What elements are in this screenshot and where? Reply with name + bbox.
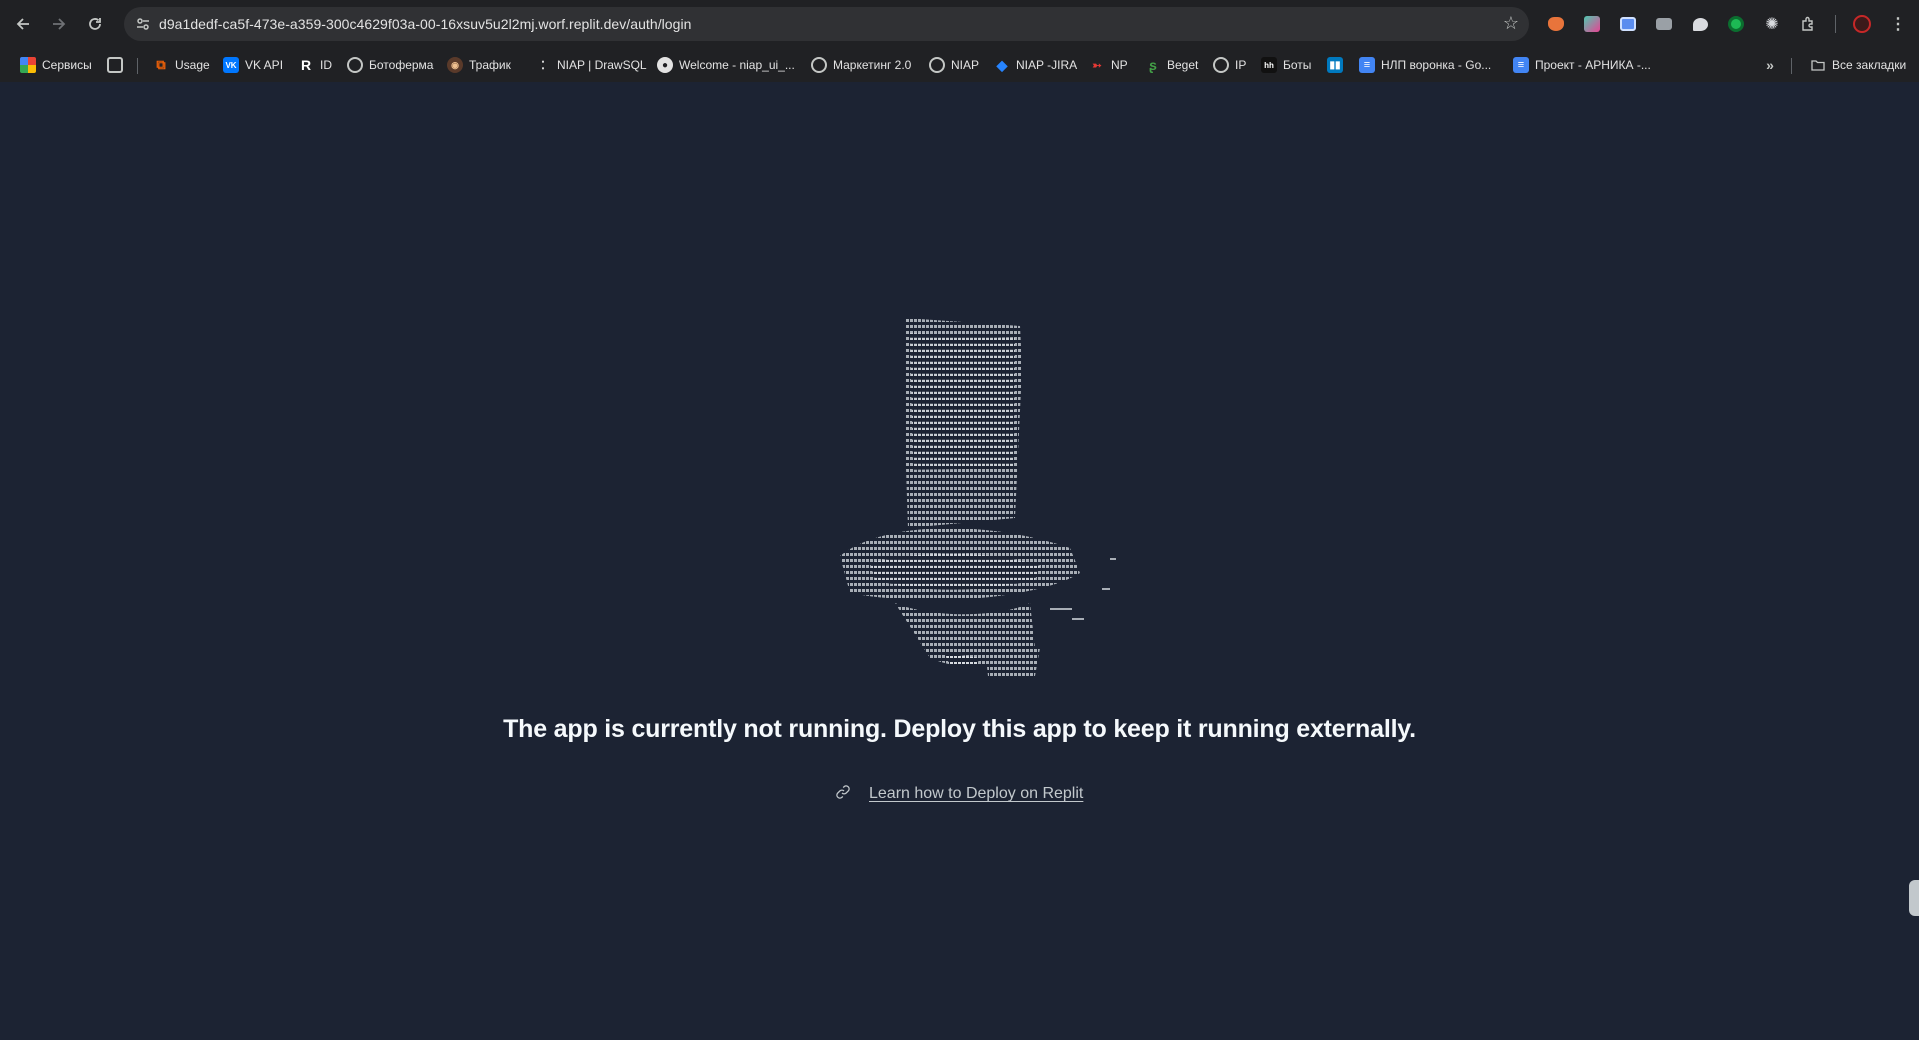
arrow-right-icon — [53, 18, 66, 30]
bookmark-label: Трафик — [469, 58, 511, 72]
bookmark-label: NIAP | DrawSQL — [557, 58, 647, 72]
bookmark-label: NIAP — [951, 58, 980, 72]
r-logo-icon: R — [300, 57, 312, 73]
bookmark-label: VK API — [245, 58, 284, 72]
extension-screenshot-icon[interactable] — [1617, 13, 1639, 35]
learn-deploy-row: Learn how to Deploy on Replit — [835, 782, 1083, 806]
all-bookmarks-label: Все закладки — [1832, 58, 1907, 72]
profile-avatar[interactable] — [1851, 13, 1873, 35]
bookmark-label: Ботоферма — [369, 58, 434, 72]
bookmark-label: Боты — [1283, 58, 1312, 72]
bookmark-label: Проект - АРНИКА -... — [1535, 58, 1651, 72]
globe-icon — [1213, 57, 1229, 73]
bookmark-label: Usage — [175, 58, 210, 72]
bookmark-niap[interactable]: NIAP — [929, 53, 979, 77]
bots-icon: hh — [1261, 57, 1277, 73]
apps-grid-icon — [20, 57, 36, 73]
beget-icon: ʂ — [1149, 57, 1157, 73]
double-chevron-icon: » — [1766, 57, 1774, 73]
toolbar-divider — [1835, 15, 1836, 33]
all-bookmarks-button[interactable]: Все закладки — [1810, 53, 1906, 77]
address-bar[interactable]: d9a1dedf-ca5f-473e-a359-300c4629f03a-00-… — [124, 7, 1529, 41]
bookmark-botoferma[interactable]: Ботоферма — [347, 53, 433, 77]
site-info-button[interactable] — [131, 12, 155, 36]
bookmark-label: Сервисы — [42, 58, 92, 72]
extension-fox-icon[interactable] — [1545, 13, 1567, 35]
docs-icon: ≡ — [1513, 57, 1529, 73]
bookmark-tab-groups[interactable] — [107, 53, 123, 77]
bookmark-traffic[interactable]: ◉ Трафик — [447, 53, 511, 77]
bookmark-id[interactable]: R ID — [298, 53, 332, 77]
arrow-left-icon — [16, 18, 29, 30]
url-text[interactable]: d9a1dedf-ca5f-473e-a359-300c4629f03a-00-… — [159, 16, 691, 32]
bookmark-np[interactable]: ➳ NP — [1089, 53, 1128, 77]
globe-icon — [811, 57, 827, 73]
bookmark-niap-jira[interactable]: ◆ NIAP -JIRA — [994, 53, 1078, 77]
bookmark-label: Beget — [1167, 58, 1199, 72]
extension-green-icon[interactable] — [1725, 13, 1747, 35]
bookmark-beget[interactable]: ʂ Beget — [1145, 53, 1198, 77]
replit-icon: ⧉ — [156, 57, 166, 72]
bookmark-label: НЛП воронка - Go... — [1381, 58, 1492, 72]
bookmark-ip[interactable]: IP — [1213, 53, 1246, 77]
tab-groups-icon — [107, 57, 123, 73]
bookmark-label: ID — [320, 58, 332, 72]
bookmark-project-arnika[interactable]: ≡ Проект - АРНИКА -... — [1513, 53, 1651, 77]
traffic-icon: ◉ — [447, 57, 463, 73]
drawsql-icon: ⁚ — [541, 59, 545, 72]
github-icon: ● — [657, 57, 673, 73]
globe-icon — [347, 57, 363, 73]
bookmark-star-icon[interactable]: ☆ — [1503, 13, 1519, 34]
bookmark-usage[interactable]: ⧉ Usage — [153, 53, 210, 77]
vk-icon: VK — [223, 57, 239, 73]
bookmark-github-welcome[interactable]: ● Welcome - niap_ui_... — [657, 53, 795, 77]
docs-icon: ≡ — [1359, 57, 1375, 73]
back-button[interactable] — [8, 9, 38, 39]
globe-icon — [929, 57, 945, 73]
folder-icon — [1810, 57, 1826, 73]
trello-icon: ▮▮ — [1327, 57, 1343, 73]
forward-button[interactable] — [44, 9, 74, 39]
bookmark-marketing[interactable]: Маркетинг 2.0 — [811, 53, 911, 77]
bookmark-vk-api[interactable]: VK VK API — [223, 53, 283, 77]
browser-toolbar: d9a1dedf-ca5f-473e-a359-300c4629f03a-00-… — [0, 0, 1919, 82]
bookmark-label: NIAP -JIRA — [1016, 58, 1078, 72]
bookmark-label: IP — [1235, 58, 1247, 72]
bookmark-trello[interactable]: ▮▮ — [1327, 53, 1343, 77]
link-icon — [835, 784, 851, 805]
bookmarks-overflow-button[interactable]: » — [1762, 53, 1778, 77]
menu-kebab-icon[interactable]: ⋮ — [1887, 13, 1909, 35]
bookmark-nlp-funnel[interactable]: ≡ НЛП воронка - Go... — [1359, 53, 1491, 77]
jira-icon: ◆ — [996, 56, 1008, 73]
bookmarks-bar: Сервисы ⧉ Usage VK VK API R ID Ботоферма… — [0, 48, 1919, 82]
tune-icon — [137, 18, 149, 30]
reload-icon — [89, 18, 101, 30]
extensions-puzzle-icon[interactable] — [1797, 13, 1819, 35]
bookmark-label: Welcome - niap_ui_... — [679, 58, 795, 72]
extension-color-icon[interactable] — [1581, 13, 1603, 35]
extension-chat-icon[interactable] — [1689, 13, 1711, 35]
bookmark-label: NP — [1111, 58, 1128, 72]
ascii-art-illustration — [840, 318, 1116, 676]
learn-deploy-link[interactable]: Learn how to Deploy on Replit — [869, 785, 1083, 803]
reload-button[interactable] — [80, 9, 110, 39]
not-running-message: The app is currently not running. Deploy… — [503, 715, 1416, 743]
bookmark-drawsql[interactable]: ⁚ NIAP | DrawSQL — [535, 53, 647, 77]
extension-gear-icon[interactable]: ✺ — [1761, 13, 1783, 35]
bookmark-label: Маркетинг 2.0 — [833, 58, 912, 72]
bookmarks-divider — [137, 58, 138, 74]
side-panel-handle[interactable] — [1909, 880, 1919, 916]
bookmark-services[interactable]: Сервисы — [20, 53, 92, 77]
np-icon: ➳ — [1092, 59, 1102, 72]
bookmarks-divider — [1791, 58, 1792, 74]
bookmark-bots[interactable]: hh Боты — [1261, 53, 1311, 77]
extension-camera-icon[interactable] — [1653, 13, 1675, 35]
